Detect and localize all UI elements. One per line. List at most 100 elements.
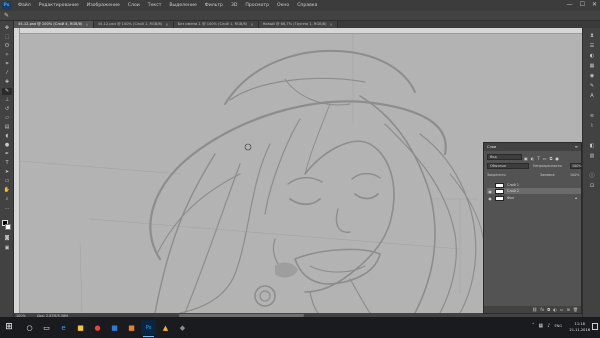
healing-brush-tool-icon[interactable]: ✚ bbox=[2, 79, 12, 86]
layers-panel-header[interactable]: Слои ≡ bbox=[484, 143, 581, 151]
color-panel-icon[interactable]: ◉ bbox=[588, 73, 596, 80]
language-indicator[interactable]: ENG bbox=[554, 324, 562, 329]
navigator-panel-icon[interactable]: ⊡ bbox=[588, 183, 596, 190]
lasso-tool-icon[interactable]: ʘ bbox=[2, 43, 12, 50]
eye-icon[interactable]: ◉ bbox=[487, 189, 493, 194]
layer-filter-select[interactable]: Вид bbox=[487, 154, 522, 160]
notifications-icon[interactable] bbox=[592, 323, 598, 330]
chevron-up-icon[interactable]: ˄ bbox=[532, 323, 535, 329]
crop-tool-icon[interactable]: ⌗ bbox=[2, 61, 12, 68]
taskbar-app-explorer-icon[interactable]: ■ bbox=[73, 320, 88, 335]
move-tool-icon[interactable]: ✥ bbox=[2, 25, 12, 32]
taskbar-app-chrome-icon[interactable]: ● bbox=[90, 320, 105, 335]
blend-mode-select[interactable]: Обычные bbox=[487, 163, 529, 169]
add-mask-icon[interactable]: ◘ bbox=[547, 307, 550, 312]
taskbar-app-search-icon[interactable]: ○ bbox=[22, 320, 37, 335]
character-panel-icon[interactable]: A bbox=[588, 93, 596, 100]
zoom-tool-icon[interactable]: ⌕ bbox=[2, 196, 12, 203]
layers-panel-icon[interactable]: ◧ bbox=[588, 143, 596, 150]
tab-document-2[interactable]: 45-12.psd @ 100% (Слой 1, RGB/8) × bbox=[93, 21, 174, 28]
pen-tool-icon[interactable]: ✒ bbox=[2, 151, 12, 158]
filter-type-icon[interactable]: T bbox=[537, 156, 539, 161]
menu-edit[interactable]: Редактирование bbox=[35, 3, 83, 8]
new-group-icon[interactable]: ▭ bbox=[560, 307, 564, 312]
taskbar-app-app-orange-icon[interactable]: ■ bbox=[124, 320, 139, 335]
filter-smart-icon[interactable]: ⧉ bbox=[550, 156, 553, 161]
volume-icon[interactable]: ♪ bbox=[547, 323, 550, 329]
tab-document-1[interactable]: 45-12.psd @ 100% (Слой 4, RGB/8) × bbox=[14, 21, 94, 28]
path-selection-tool-icon[interactable]: ➤ bbox=[2, 169, 12, 176]
close-tab-icon[interactable]: × bbox=[329, 21, 332, 28]
type-tool-icon[interactable]: T bbox=[2, 160, 12, 167]
brush-tool-icon[interactable]: ✎ bbox=[2, 88, 12, 95]
paths-panel-icon[interactable]: ⌇ bbox=[588, 123, 596, 130]
filter-shape-icon[interactable]: ▭ bbox=[543, 156, 547, 161]
brushes-panel-icon[interactable]: ✎ bbox=[588, 83, 596, 90]
menu-3d[interactable]: 3D bbox=[227, 3, 241, 8]
menu-file[interactable]: Файл bbox=[14, 3, 35, 8]
shape-tool-icon[interactable]: ▭ bbox=[2, 178, 12, 185]
menu-select[interactable]: Выделение bbox=[165, 3, 200, 8]
menu-type[interactable]: Текст bbox=[144, 3, 166, 8]
menu-help[interactable]: Справка bbox=[293, 3, 321, 8]
adjustments-panel-icon[interactable]: ◐ bbox=[588, 53, 596, 60]
opacity-input[interactable]: 100% bbox=[570, 163, 581, 169]
layer-row[interactable]: ◉ Фон 🔒︎ bbox=[487, 195, 581, 201]
close-button[interactable]: ✕ bbox=[592, 1, 597, 8]
menu-window[interactable]: Окно bbox=[273, 3, 293, 8]
libraries-panel-icon[interactable]: ▥ bbox=[588, 153, 596, 160]
eyedropper-tool-icon[interactable]: ⁄ bbox=[2, 70, 12, 77]
taskbar-app-task-view-icon[interactable]: ▭ bbox=[39, 320, 54, 335]
history-panel-icon[interactable]: ⧗ bbox=[588, 33, 596, 40]
history-brush-tool-icon[interactable]: ↺ bbox=[2, 106, 12, 113]
background-color-swatch[interactable] bbox=[5, 224, 11, 230]
taskbar-clock[interactable]: 11:18 21.11.2016 bbox=[569, 321, 590, 333]
delete-layer-icon[interactable]: 🗑︎ bbox=[573, 307, 578, 312]
windows-logo-icon[interactable]: ⊞ bbox=[3, 322, 15, 333]
properties-panel-icon[interactable]: ☰ bbox=[588, 43, 596, 50]
layer-row[interactable]: ◉ Слой 2 bbox=[487, 188, 581, 194]
tab-document-3[interactable]: Без имени-1 @ 100% (Слой 1, RGB/8) × bbox=[173, 21, 259, 28]
screen-mode-icon[interactable]: ▣ bbox=[2, 245, 12, 252]
taskbar-app-edge-icon[interactable]: e bbox=[56, 320, 71, 335]
marquee-tool-icon[interactable]: ⬚ bbox=[2, 34, 12, 41]
adjustment-layer-icon[interactable]: ◐ bbox=[553, 307, 557, 312]
close-tab-icon[interactable]: × bbox=[165, 21, 168, 28]
menu-layers[interactable]: Слои bbox=[124, 3, 144, 8]
filter-pixel-icon[interactable]: ▣ bbox=[524, 156, 528, 161]
menu-filter[interactable]: Фильтр bbox=[201, 3, 227, 8]
info-panel-icon[interactable]: ⓘ bbox=[588, 173, 596, 180]
new-layer-icon[interactable]: ⊞ bbox=[567, 307, 570, 312]
taskbar-app-app-dark-icon[interactable]: ◆ bbox=[175, 320, 190, 335]
channels-panel-icon[interactable]: ≋ bbox=[588, 113, 596, 120]
fill-value[interactable]: 100% bbox=[570, 173, 579, 177]
clone-stamp-tool-icon[interactable]: ⊥ bbox=[2, 97, 12, 104]
menu-image[interactable]: Изображение bbox=[83, 3, 124, 8]
dodge-tool-icon[interactable]: ● bbox=[2, 142, 12, 149]
maximize-button[interactable]: ☐ bbox=[580, 1, 585, 8]
minimize-button[interactable]: — bbox=[567, 1, 573, 8]
hand-tool-icon[interactable]: ✋ bbox=[2, 187, 12, 194]
taskbar-app-app-blue-icon[interactable]: ■ bbox=[107, 320, 122, 335]
taskbar-app-photoshop-icon[interactable]: Ps bbox=[141, 320, 156, 337]
blur-tool-icon[interactable]: ◖ bbox=[2, 133, 12, 140]
gradient-tool-icon[interactable]: ▤ bbox=[2, 124, 12, 131]
network-icon[interactable]: ▦ bbox=[539, 323, 544, 329]
layer-style-icon[interactable]: fx bbox=[540, 307, 544, 312]
filter-adjustment-icon[interactable]: ◐ bbox=[531, 156, 535, 161]
link-layers-icon[interactable]: ⛓ bbox=[532, 307, 537, 312]
panel-menu-icon[interactable]: ≡ bbox=[575, 143, 578, 151]
close-tab-icon[interactable]: × bbox=[250, 21, 253, 28]
quick-mask-icon[interactable]: ◙ bbox=[2, 235, 12, 242]
eraser-tool-icon[interactable]: ▱ bbox=[2, 115, 12, 122]
menu-view[interactable]: Просмотр bbox=[241, 3, 273, 8]
magic-wand-tool-icon[interactable]: ✧ bbox=[2, 52, 12, 59]
close-tab-icon[interactable]: × bbox=[85, 21, 88, 28]
brush-preset-icon[interactable]: ✎ bbox=[4, 12, 12, 20]
filter-toggle-icon[interactable]: ● bbox=[555, 156, 559, 161]
taskbar-app-app-gold-icon[interactable]: ▲ bbox=[158, 320, 173, 335]
swatches-panel-icon[interactable]: ▦ bbox=[588, 63, 596, 70]
eye-icon[interactable]: ◉ bbox=[487, 196, 493, 201]
tab-document-4[interactable]: Новый @ 66,7% (Группа 1, RGB/8) × bbox=[258, 21, 338, 28]
more-tools-icon[interactable]: … bbox=[2, 205, 12, 212]
